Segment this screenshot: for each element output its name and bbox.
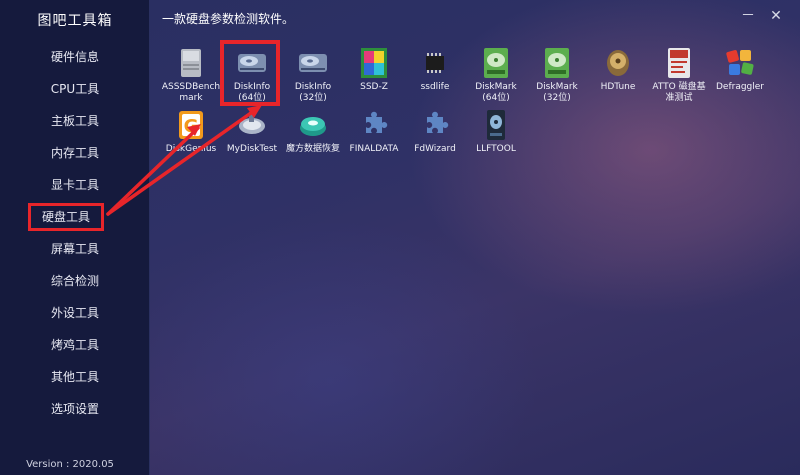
sidebar-item-gpu-tools[interactable]: 显卡工具 [0, 171, 150, 199]
mydisktest-icon [239, 112, 265, 134]
diskmark-icon [484, 48, 508, 78]
tool-ssd-z[interactable]: SSD-Z [343, 46, 405, 93]
tool-finaldata[interactable]: FINALDATA [343, 108, 405, 155]
tool-llftool[interactable]: LLFTOOL [465, 108, 527, 155]
diskinfo-icon [299, 54, 327, 72]
tool-label: 魔方数据恢复 [285, 144, 340, 154]
minimize-button[interactable]: － [738, 6, 758, 26]
svg-text:G: G [184, 116, 199, 137]
sidebar-item-memory-tools[interactable]: 内存工具 [0, 139, 150, 167]
atto-icon [668, 48, 690, 78]
tool-label: DiskGenius [165, 144, 217, 154]
tool-label: DiskMark (32位) [536, 82, 578, 103]
tool-ssdlife[interactable]: ssdlife [404, 46, 466, 93]
tool-diskmark-64[interactable]: DiskMark (64位) [465, 46, 527, 104]
sidebar-item-peripheral-tools[interactable]: 外设工具 [0, 299, 150, 327]
description-text: 一款硬盘参数检测软件。 [162, 12, 295, 26]
main-panel: 一款硬盘参数检测软件。 － ✕ ASSSDBench mark DiskInfo… [150, 0, 800, 475]
tool-defraggler[interactable]: Defraggler [709, 46, 771, 93]
tool-mydisktest[interactable]: MyDiskTest [221, 108, 283, 155]
close-button[interactable]: ✕ [766, 6, 786, 26]
sidebar-item-motherboard-tools[interactable]: 主板工具 [0, 107, 150, 135]
tool-label: DiskInfo (64位) [233, 82, 271, 103]
tool-label: ssdlife [420, 82, 450, 92]
puzzle-icon [366, 111, 388, 133]
tool-atto[interactable]: ATTO 磁盘基 准测试 [648, 46, 710, 104]
tool-label: LLFTOOL [476, 144, 516, 154]
hdtune-icon [607, 50, 629, 76]
diskmark-icon [545, 48, 569, 78]
sidebar-item-screen-tools[interactable]: 屏幕工具 [0, 235, 150, 263]
llftool-icon [487, 110, 505, 140]
tool-label: ATTO 磁盘基 准测试 [652, 82, 706, 103]
tool-fdwizard[interactable]: FdWizard [404, 108, 466, 155]
tool-diskmark-32[interactable]: DiskMark (32位) [526, 46, 588, 104]
tool-diskinfo-32[interactable]: DiskInfo (32位) [282, 46, 344, 104]
tool-label: DiskMark (64位) [475, 82, 517, 103]
tool-mofang-recovery[interactable]: 魔方数据恢复 [282, 108, 344, 155]
sidebar-item-disk-tools[interactable]: 硬盘工具 [28, 203, 104, 231]
app-title: 图吧工具箱 [37, 13, 113, 29]
diskgenius-icon: G [179, 111, 203, 139]
tool-label: SSD-Z [360, 82, 388, 92]
tool-diskinfo-64[interactable]: DiskInfo (64位) [221, 46, 283, 104]
defraggler-icon [726, 50, 754, 75]
assd-icon [181, 49, 201, 77]
tool-label: MyDiskTest [226, 144, 278, 154]
tool-assdbenchmark[interactable]: ASSSDBench mark [160, 46, 222, 104]
tool-label: FdWizard [414, 144, 456, 154]
sidebar: 图吧工具箱 硬件信息 CPU工具 主板工具 内存工具 显卡工具 硬盘工具 屏幕工… [0, 0, 150, 475]
tool-label: HDTune [600, 82, 636, 92]
sidebar-item-cpu-tools[interactable]: CPU工具 [0, 75, 150, 103]
sidebar-item-general-test[interactable]: 综合检测 [0, 267, 150, 295]
tool-label: FINALDATA [349, 144, 399, 154]
tool-label: DiskInfo (32位) [294, 82, 332, 103]
diskinfo-icon [238, 54, 266, 72]
version-label: Version : 2020.05 [26, 459, 114, 470]
tool-hdtune[interactable]: HDTune [587, 46, 649, 93]
tool-label: ASSSDBench mark [161, 82, 221, 103]
puzzle-icon [427, 111, 449, 133]
sidebar-item-hardware-info[interactable]: 硬件信息 [0, 43, 150, 71]
tool-label: Defraggler [715, 82, 764, 92]
sidebar-item-stress-tools[interactable]: 烤鸡工具 [0, 331, 150, 359]
ssdz-icon [361, 48, 387, 78]
sidebar-item-settings[interactable]: 选项设置 [0, 395, 150, 423]
sidebar-item-other-tools[interactable]: 其他工具 [0, 363, 150, 391]
chip-icon [426, 53, 444, 73]
mofang-icon [300, 117, 326, 136]
tool-diskgenius[interactable]: G DiskGenius [160, 108, 222, 155]
